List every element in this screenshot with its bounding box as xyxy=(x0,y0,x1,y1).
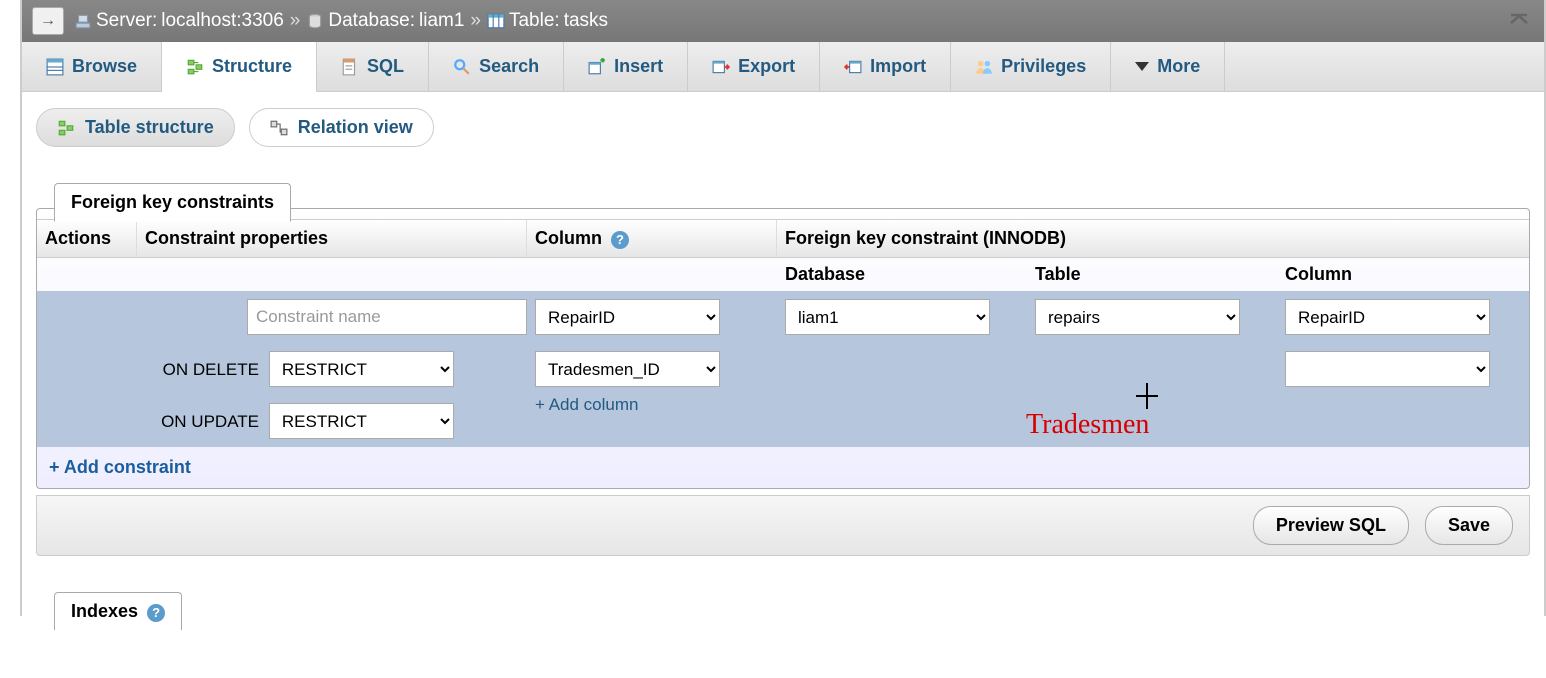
column-select-1[interactable]: RepairID xyxy=(535,299,720,335)
tab-browse-label: Browse xyxy=(72,56,137,77)
indexes-legend: Indexes ? xyxy=(54,592,182,630)
database-name: liam1 xyxy=(419,10,464,32)
tab-more[interactable]: More xyxy=(1111,42,1225,91)
preview-sql-button[interactable]: Preview SQL xyxy=(1253,506,1409,545)
breadcrumb-database[interactable]: Database: liam1 xyxy=(306,10,464,32)
subtab-row: Table structure Relation view xyxy=(22,92,1544,167)
save-button[interactable]: Save xyxy=(1425,506,1513,545)
on-delete-label: ON DELETE xyxy=(145,360,265,380)
fk-column-select-2[interactable] xyxy=(1285,351,1490,387)
subtab-relation-view[interactable]: Relation view xyxy=(249,108,434,147)
structure-icon xyxy=(186,58,204,76)
fk-table-select[interactable]: repairs xyxy=(1035,299,1240,335)
structure-icon xyxy=(57,119,75,137)
collapse-icon[interactable] xyxy=(1504,10,1534,33)
th-table: Table xyxy=(1027,258,1277,291)
tab-browse[interactable]: Browse xyxy=(22,42,162,91)
tab-insert-label: Insert xyxy=(614,56,663,77)
tab-more-label: More xyxy=(1157,56,1200,77)
subtab-table-structure-label: Table structure xyxy=(85,117,214,138)
database-prefix: Database: xyxy=(328,10,415,32)
server-name: localhost:3306 xyxy=(161,10,284,32)
help-icon[interactable]: ? xyxy=(147,604,165,622)
tab-import-label: Import xyxy=(870,56,926,77)
export-icon xyxy=(712,58,730,76)
server-prefix: Server: xyxy=(96,10,157,32)
on-delete-select[interactable]: RESTRICT xyxy=(269,351,454,387)
privileges-icon xyxy=(975,58,993,76)
fk-database-select[interactable]: liam1 xyxy=(785,299,990,335)
tab-search-label: Search xyxy=(479,56,539,77)
footer-bar: Preview SQL Save xyxy=(36,495,1530,556)
browse-icon xyxy=(46,58,64,76)
triangle-down-icon xyxy=(1135,62,1149,71)
add-column-link[interactable]: + Add column xyxy=(535,395,639,414)
th-actions: Actions xyxy=(37,220,137,257)
database-icon xyxy=(306,12,324,30)
th-column: Column ? xyxy=(527,220,777,257)
th-properties: Constraint properties xyxy=(137,220,527,257)
constraint-name-input[interactable] xyxy=(247,299,527,335)
tab-export[interactable]: Export xyxy=(688,42,820,91)
on-update-label: ON UPDATE xyxy=(145,412,265,432)
column-select-2[interactable]: Tradesmen_ID xyxy=(535,351,720,387)
tab-insert[interactable]: Insert xyxy=(564,42,688,91)
nav-arrow-button[interactable]: → xyxy=(32,7,64,35)
insert-icon xyxy=(588,58,606,76)
fk-legend: Foreign key constraints xyxy=(54,183,291,222)
table-name: tasks xyxy=(564,10,608,32)
th-column2: Column xyxy=(1277,258,1546,291)
tab-sql-label: SQL xyxy=(367,56,404,77)
table-icon xyxy=(487,12,505,30)
tab-privileges-label: Privileges xyxy=(1001,56,1086,77)
tab-structure-label: Structure xyxy=(212,56,292,77)
sql-icon xyxy=(341,58,359,76)
th-fk: Foreign key constraint (INNODB) xyxy=(777,220,1546,257)
relation-icon xyxy=(270,119,288,137)
breadcrumb: Server: localhost:3306 » Database: liam1… xyxy=(74,10,608,32)
on-update-select[interactable]: RESTRICT xyxy=(269,403,454,439)
main-tabs: Browse Structure SQL Search Insert Expor… xyxy=(22,42,1544,92)
tab-sql[interactable]: SQL xyxy=(317,42,429,91)
handwritten-annotation: Tradesmen xyxy=(1026,409,1149,441)
tab-privileges[interactable]: Privileges xyxy=(951,42,1111,91)
fk-column-select-1[interactable]: RepairID xyxy=(1285,299,1490,335)
help-icon[interactable]: ? xyxy=(611,231,629,249)
breadcrumb-server[interactable]: Server: localhost:3306 xyxy=(74,10,284,32)
subtab-relation-view-label: Relation view xyxy=(298,117,413,138)
search-icon xyxy=(453,58,471,76)
subtab-table-structure[interactable]: Table structure xyxy=(36,108,235,147)
breadcrumb-table[interactable]: Table: tasks xyxy=(487,10,608,32)
th-database: Database xyxy=(777,258,1027,291)
server-icon xyxy=(74,12,92,30)
tab-structure[interactable]: Structure xyxy=(162,42,317,92)
table-prefix: Table: xyxy=(509,10,560,32)
add-constraint-link[interactable]: + Add constraint xyxy=(37,447,1529,488)
breadcrumb-bar: → Server: localhost:3306 » Database: lia… xyxy=(22,0,1544,42)
import-icon xyxy=(844,58,862,76)
tab-import[interactable]: Import xyxy=(820,42,951,91)
tab-search[interactable]: Search xyxy=(429,42,564,91)
tab-export-label: Export xyxy=(738,56,795,77)
